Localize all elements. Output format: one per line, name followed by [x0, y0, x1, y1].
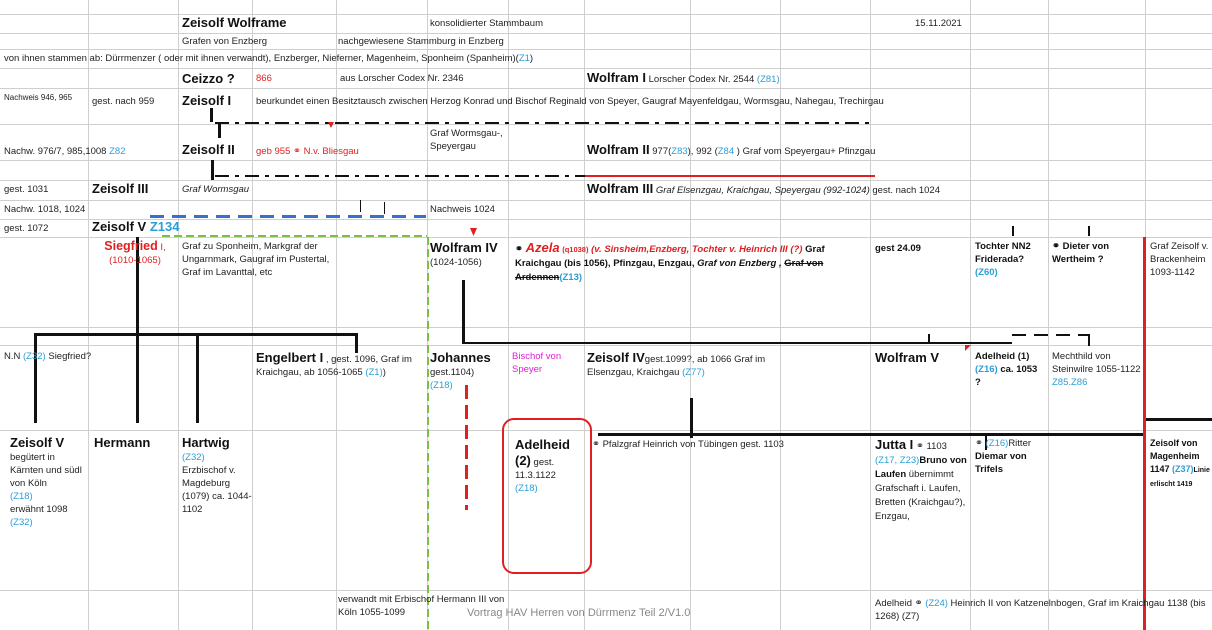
wolfram-i-cell: Wolfram I Lorscher Codex Nr. 2544 (Z81): [587, 70, 780, 85]
red-marker: [328, 122, 334, 128]
name-wolfram-v: Wolfram V: [875, 350, 940, 365]
hartwig-cell: Hartwig (Z32) Erzbischof v. Magdeburg (107…: [182, 435, 252, 515]
red-dashed-line: [465, 385, 468, 510]
dashdot-line: [215, 122, 875, 124]
grid-line: [0, 33, 1212, 34]
year-866: 866: [256, 73, 272, 84]
johannes-cell: Johannes gest.1104) (Z18): [430, 350, 491, 391]
grid-line: [0, 49, 1212, 50]
dieter-cell: ⚭ Dieter von Wertheim ?: [1052, 241, 1110, 265]
title-zeisolf-wolframe: Zeisolf Wolframe: [182, 15, 287, 30]
lineage-line: [1012, 226, 1014, 236]
gest-1031: gest. 1031: [4, 184, 49, 195]
label-stammbaum: konsolidierter Stammbaum: [430, 18, 543, 29]
zeisolf-ii-birth: geb 955 ⚭ N.v. Bliesgau: [256, 146, 359, 157]
dashed-line: [1012, 334, 1090, 336]
grid-line: [0, 68, 1212, 69]
grid-line: [0, 590, 1212, 591]
grid-line: [0, 345, 1212, 346]
lineage-line: [218, 124, 221, 138]
codex-cell: aus Lorscher Codex Nr. 2346: [340, 73, 464, 84]
zeisolf-i-note: beurkundet einen Besitztausch zwischen H…: [256, 96, 884, 107]
grid-line: [0, 160, 1212, 161]
lineage-line: [1088, 334, 1090, 346]
grid-line: [178, 0, 179, 630]
siegfried-note: Graf zu Sponheim, Markgraf der Ungarnmar…: [182, 241, 330, 278]
lineage-line: [34, 333, 356, 336]
name-zeisolf-iii: Zeisolf III: [92, 181, 149, 196]
date-cell: 15.11.2021: [915, 18, 962, 29]
grid-line: [0, 219, 1212, 220]
graf-zeisolf-cell: Graf Zeisolf v. Brackenheim 1093-1142: [1150, 241, 1209, 278]
lineage-line: [211, 160, 214, 180]
name-zeisolf-ii: Zeisolf II: [182, 142, 235, 157]
lineage-note: von ihnen stammen ab: Dürrmenzer ( oder …: [4, 53, 534, 64]
lineage-line: [384, 202, 385, 214]
pfalzgraf-cell: ⚭ Pfalzgraf Heinrich von Tübingen gest. …: [592, 439, 784, 450]
grid-line: [0, 200, 1212, 201]
grid-line: [0, 327, 1212, 328]
stammburg-cell: nachgewiesene Stammburg in Enzberg: [338, 36, 504, 47]
graf-wormsgau-iii: Graf Wormsgau: [182, 184, 250, 195]
mechthild-cell: Mechthild von Steinwilre 1055-1122 Z85.Z…: [1052, 351, 1141, 388]
lineage-line: [690, 398, 693, 438]
green-dashed-line: [427, 237, 429, 630]
name-zeisolf-v: Zeisolf V Z134: [92, 219, 180, 234]
gest-1072: gest. 1072: [4, 223, 49, 234]
adelheid-2-cell: Adelheid (2) gest. 11.3.1122 (Z18): [515, 437, 570, 494]
lineage-line: [210, 108, 213, 122]
zeisolf-iv-cell: Zeisolf IVgest.1099?, ab 1066 Graf im El…: [587, 350, 766, 378]
presentation-footer: Vortrag HAV Herren von Dürrmenz Teil 2/V…: [467, 607, 691, 619]
red-line: [1143, 237, 1146, 630]
nn-cell: N.N (Z32) Siegfried?: [4, 351, 92, 362]
lineage-line: [360, 200, 361, 212]
graf-wormsgau: Graf Wormsgau-, Speyergau: [430, 128, 503, 152]
name-ceizzo: Ceizzo ?: [182, 71, 235, 86]
nachw-1018: Nachw. 1018, 1024: [4, 204, 86, 215]
lineage-line: [598, 433, 1143, 436]
zeisolf-magenheim-cell: Zeisolf von Magenheim 1147 (Z37)Linie er…: [1150, 438, 1210, 488]
grid-line: [0, 430, 1212, 431]
nachweis-976: Nachw. 976/7, 985,1008 Z82: [4, 146, 126, 157]
zeisolf-v-cell: Zeisolf Vbegütert in Kärnten und südl vo…: [10, 435, 82, 528]
lineage-line: [1146, 418, 1212, 421]
tochter-cell: Tochter NN2 Friderada? (Z60): [975, 241, 1031, 278]
adelheid-1-cell: Adelheid (1) (Z16) ca. 1053?: [975, 351, 1038, 388]
jutta-cell: Jutta I ⚭ 1103 (Z17, Z23)Bruno von Laufen…: [875, 437, 967, 522]
blue-dashed-line: [150, 215, 426, 218]
diemar-cell: ⚭ (Z16)Ritter Diemar von Trifels: [975, 438, 1032, 475]
green-dashed-line: [162, 235, 427, 237]
engelbert-cell: Engelbert I , gest. 1096, Graf im Kraich…: [256, 350, 412, 378]
red-line: [585, 175, 875, 177]
bischof-cell: Bischof von Speyer: [512, 351, 562, 375]
grafen-cell: Grafen von Enzberg: [182, 36, 268, 47]
grid-line: [970, 0, 971, 630]
lineage-line: [196, 333, 199, 423]
lineage-line: [462, 280, 465, 342]
grid-line: [0, 88, 1212, 89]
grid-line: [1048, 0, 1049, 630]
adelheid-heinrich-note: Adelheid ⚭ (Z24) Heinrich II von Katzene…: [875, 598, 1206, 622]
spreadsheet-sheet: Zeisolf Wolframe konsolidierter Stammbau…: [0, 0, 1212, 630]
name-hermann: Hermann: [94, 435, 151, 450]
name-zeisolf-i: Zeisolf I: [182, 93, 232, 108]
gest-959: gest. nach 959: [92, 96, 155, 107]
azela-note: ⚭ Azela (q1038) (v. Sinsheim,Enzberg, To…: [515, 240, 825, 283]
grid-line: [0, 124, 1212, 125]
wolfram-ii-cell: Wolfram II 977(Z83), 992 (Z84 ) Graf vom…: [587, 142, 876, 157]
grid-line: [0, 237, 1212, 238]
lineage-line: [34, 333, 37, 423]
lineage-line: [1088, 226, 1090, 236]
nachweis-946: Nachweis 946, 965: [4, 93, 73, 102]
gest-24-09: gest 24.09: [875, 243, 921, 254]
lineage-line: [928, 334, 930, 344]
wolfram-iii-cell: Wolfram III Graf Elsenzgau, Kraichgau, S…: [587, 181, 940, 196]
grid-line: [252, 0, 253, 630]
lineage-line: [136, 333, 139, 423]
siegfried-cell: Siegfried I, (1010-1065): [104, 239, 166, 267]
nachweis-1024: Nachweis 1024: [430, 204, 495, 215]
grid-line: [88, 0, 89, 630]
red-marker: [470, 228, 477, 236]
